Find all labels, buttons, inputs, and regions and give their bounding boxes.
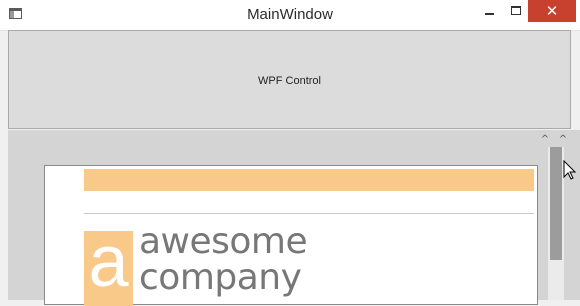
minimize-button[interactable]	[474, 0, 504, 22]
company-logo-mark: a	[84, 231, 133, 306]
document-page: a awesome company	[44, 165, 538, 306]
company-logo-text: awesome company	[139, 221, 308, 298]
wpf-control-panel[interactable]: WPF Control	[8, 30, 571, 129]
logo-text-line-1: awesome	[139, 221, 308, 262]
title-bar: MainWindow ✕	[0, 0, 580, 31]
logo-letter: a	[88, 231, 129, 302]
header-divider	[84, 213, 534, 214]
scroll-up-arrow-icon-secondary[interactable]: ^	[556, 134, 570, 146]
header-band	[84, 169, 534, 191]
scroll-up-arrow-icon[interactable]: ^	[538, 134, 552, 146]
logo-text-line-2: company	[139, 257, 302, 298]
close-button[interactable]: ✕	[528, 0, 576, 22]
close-icon: ✕	[545, 2, 559, 20]
document-viewer[interactable]: a awesome company	[8, 130, 580, 306]
wpf-control-label: WPF Control	[258, 75, 321, 87]
vertical-scrollbar[interactable]: ^ ^	[538, 130, 572, 300]
scrollbar-thumb[interactable]	[550, 147, 562, 260]
